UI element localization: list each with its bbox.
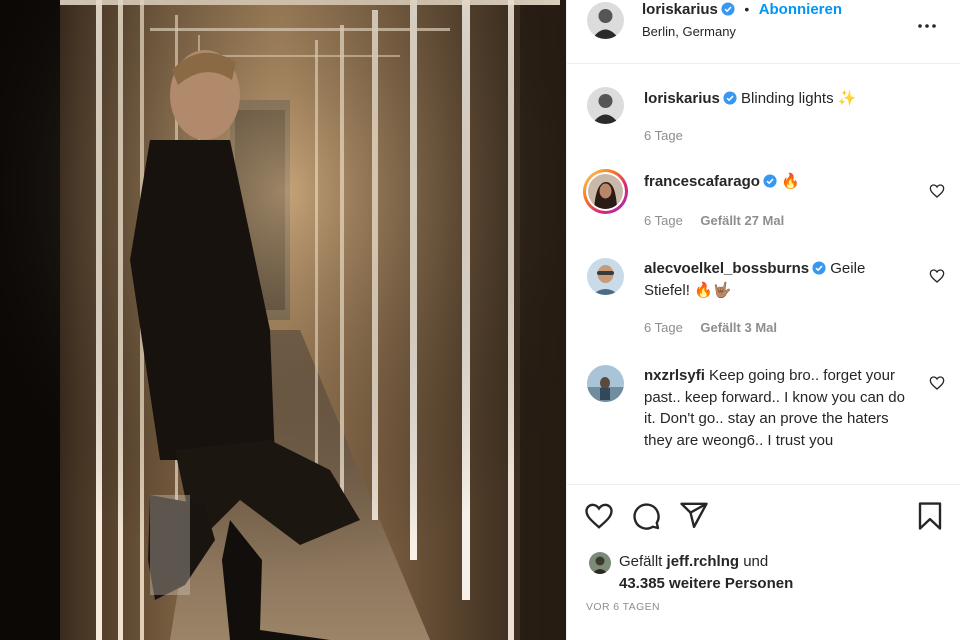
- comment-body: 🔥: [781, 173, 800, 190]
- comment-time[interactable]: 6 Tage: [644, 213, 683, 228]
- liked-by-count[interactable]: 43.385 weitere Personen: [619, 575, 793, 592]
- commenter-avatar[interactable]: [587, 365, 624, 402]
- comment-likes[interactable]: Gefällt 27 Mal: [700, 213, 784, 228]
- comment-like-heart-icon[interactable]: [929, 268, 945, 284]
- verified-badge-icon: [763, 174, 777, 188]
- comment-likes[interactable]: Gefällt 3 Mal: [700, 320, 777, 335]
- post-timestamp[interactable]: VOR 6 TAGEN: [586, 601, 660, 613]
- comment-text: alecvoelkel_bossburns Geile Stiefel! 🔥🤟🏽: [644, 258, 914, 301]
- verified-badge-icon: [721, 2, 735, 16]
- comment-username[interactable]: alecvoelkel_bossburns: [644, 260, 809, 277]
- comment-username[interactable]: francescafarago: [644, 173, 760, 190]
- caption-body: Blinding lights: [741, 90, 834, 107]
- commenter-avatar[interactable]: [583, 169, 628, 214]
- comments-list[interactable]: loriskarius Blinding lights ✨ 6 Tage fra…: [567, 65, 960, 483]
- caption-username[interactable]: loriskarius: [644, 90, 720, 107]
- comment-username[interactable]: nxzrlsyfi: [644, 367, 705, 384]
- post-location[interactable]: Berlin, Germany: [642, 24, 736, 39]
- commenter-avatar[interactable]: [587, 258, 624, 295]
- comment-text: nxzrlsyfi Keep going bro.. forget your p…: [644, 365, 914, 451]
- author-avatar[interactable]: [587, 2, 624, 39]
- author-username[interactable]: loriskarius: [642, 1, 718, 18]
- post-photo[interactable]: [0, 0, 566, 640]
- verified-badge-icon: [723, 91, 737, 105]
- verified-badge-icon: [812, 261, 826, 275]
- post-actions: Gefällt jeff.rchlng und 43.385 weitere P…: [567, 484, 960, 640]
- caption-text: loriskarius Blinding lights ✨: [644, 88, 914, 110]
- liked-by-avatar[interactable]: [589, 552, 611, 574]
- liked-by-user[interactable]: jeff.rchlng: [667, 553, 740, 570]
- post-image-illustration: [0, 0, 566, 640]
- more-icon[interactable]: [915, 14, 939, 38]
- comment-text: francescafarago 🔥: [644, 171, 914, 193]
- heart-icon[interactable]: [584, 501, 614, 531]
- liked-by-suffix: und: [743, 553, 769, 570]
- comment-time[interactable]: 6 Tage: [644, 320, 683, 335]
- caption-meta: 6 Tage: [644, 128, 683, 143]
- comment-icon[interactable]: [631, 501, 661, 531]
- caption-time[interactable]: 6 Tage: [644, 128, 683, 143]
- post-header: loriskarius • Abonnieren Berlin, Germany: [567, 0, 960, 64]
- comment-like-heart-icon[interactable]: [929, 183, 945, 199]
- comment-meta: 6 Tage Gefällt 27 Mal: [644, 213, 784, 228]
- comment-like-heart-icon[interactable]: [929, 375, 945, 391]
- caption-emoji: ✨: [837, 90, 857, 107]
- share-icon[interactable]: [679, 500, 709, 530]
- caption-avatar[interactable]: [587, 87, 624, 124]
- liked-by-prefix: Gefällt: [619, 553, 663, 570]
- bookmark-icon[interactable]: [915, 501, 945, 531]
- post-sidebar: loriskarius • Abonnieren Berlin, Germany…: [566, 0, 960, 640]
- comment-meta: 6 Tage Gefällt 3 Mal: [644, 320, 777, 335]
- header-separator: •: [744, 1, 750, 17]
- liked-by: Gefällt jeff.rchlng und 43.385 weitere P…: [619, 551, 793, 595]
- follow-button[interactable]: Abonnieren: [759, 1, 842, 18]
